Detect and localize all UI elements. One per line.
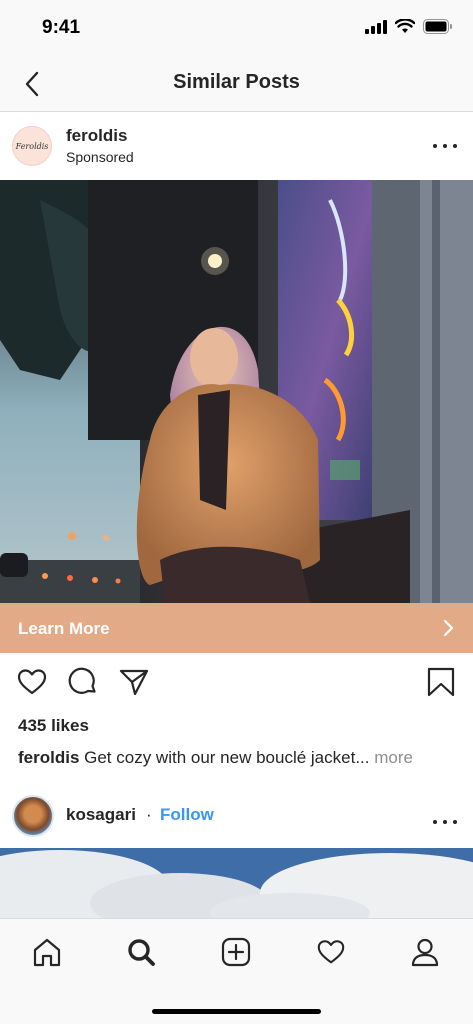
more-dot-icon: [433, 820, 437, 824]
chevron-right-icon: [443, 619, 454, 637]
nav-bar: Similar Posts: [0, 56, 473, 112]
profile-icon: [411, 938, 439, 967]
heart-icon[interactable]: [16, 666, 48, 698]
home-icon: [33, 938, 61, 967]
more-dot-icon: [453, 820, 457, 824]
search-icon: [128, 939, 155, 966]
caption-username[interactable]: feroldis: [18, 748, 79, 767]
home-indicator[interactable]: [152, 1009, 321, 1014]
learn-more-button[interactable]: Learn More: [0, 603, 473, 653]
signal-icon: [365, 19, 387, 34]
post-options-button[interactable]: [433, 136, 457, 156]
sponsored-label: Sponsored: [66, 149, 134, 165]
caption-text: Get cozy with our new bouclé jacket...: [79, 748, 370, 767]
next-post-username[interactable]: kosagari: [66, 805, 136, 825]
bottom-tab-bar: [0, 918, 473, 1024]
next-post-image[interactable]: [0, 848, 473, 918]
status-time: 9:41: [42, 17, 81, 38]
next-post-header: kosagari · Follow: [0, 790, 473, 848]
tab-profile[interactable]: [408, 935, 442, 969]
add-icon: [221, 937, 251, 967]
more-dot-icon: [443, 820, 447, 824]
post-caption: feroldis Get cozy with our new bouclé ja…: [18, 748, 458, 768]
follow-button[interactable]: Follow: [160, 805, 214, 825]
post-actions: [0, 666, 473, 700]
tab-activity[interactable]: [314, 935, 348, 969]
share-icon[interactable]: [118, 666, 150, 698]
caption-more-link[interactable]: more: [370, 748, 413, 767]
post-username[interactable]: feroldis: [66, 126, 127, 146]
bookmark-icon[interactable]: [425, 666, 457, 698]
tab-add[interactable]: [219, 935, 253, 969]
next-post-photo: [0, 848, 473, 918]
avatar[interactable]: [12, 795, 54, 837]
activity-heart-icon: [317, 940, 345, 964]
post-image[interactable]: [0, 180, 473, 603]
status-icons: [365, 19, 453, 34]
post-photo: [0, 180, 473, 603]
more-dot-icon: [443, 144, 447, 148]
more-dot-icon: [433, 144, 437, 148]
post-header: Feroldis feroldis Sponsored: [0, 112, 473, 180]
wifi-icon: [395, 19, 415, 33]
brand-avatar[interactable]: Feroldis: [12, 126, 52, 166]
tab-search[interactable]: [124, 935, 158, 969]
brand-logo-text: Feroldis: [15, 141, 49, 151]
tab-home[interactable]: [30, 935, 64, 969]
learn-more-label: Learn More: [18, 619, 110, 638]
battery-icon: [423, 19, 452, 34]
separator-dot: ·: [146, 805, 152, 824]
status-bar: 9:41: [0, 0, 473, 56]
next-post-options-button[interactable]: [433, 812, 457, 832]
more-dot-icon: [453, 144, 457, 148]
likes-count[interactable]: 435 likes: [18, 716, 89, 736]
page-title: Similar Posts: [173, 71, 300, 93]
comment-icon[interactable]: [67, 666, 99, 698]
